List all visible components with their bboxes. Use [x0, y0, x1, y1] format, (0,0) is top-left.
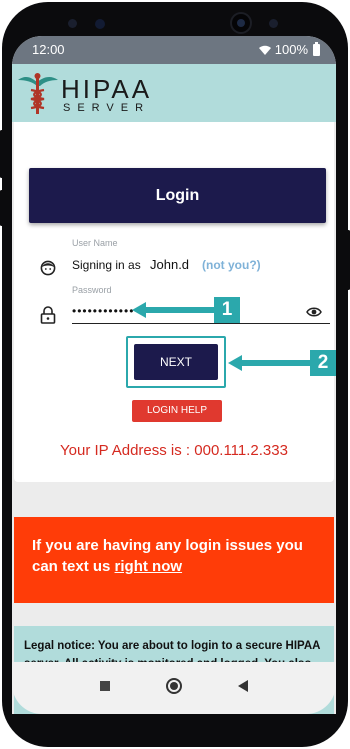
- status-bar: 12:00 100%: [12, 36, 336, 64]
- callout-badge-2: 2: [310, 350, 336, 376]
- android-nav-bar: [12, 662, 336, 714]
- login-help-button[interactable]: LOGIN HELP: [132, 400, 222, 422]
- recent-apps-icon[interactable]: [100, 681, 110, 691]
- next-button[interactable]: NEXT: [134, 344, 218, 380]
- sensor-dot: [68, 19, 77, 28]
- username-label: User Name: [72, 238, 118, 248]
- lock-icon: [40, 306, 56, 324]
- status-right: 100%: [258, 41, 320, 57]
- hipaa-server-logo[interactable]: HIPAA SERVER: [16, 70, 149, 116]
- page-body: Login User Name Signing in as John.d (no…: [12, 122, 336, 714]
- back-icon[interactable]: [238, 680, 248, 692]
- caduceus-icon: [18, 73, 58, 114]
- volume-down-button: [0, 190, 3, 226]
- callout-arrow-1: [132, 302, 216, 318]
- login-issues-banner: If you are having any login issues you c…: [14, 517, 334, 603]
- eye-icon[interactable]: [306, 306, 322, 318]
- callout-arrow-2: [228, 355, 316, 371]
- logo-subtext: SERVER: [63, 102, 151, 114]
- login-title: Login: [29, 168, 326, 223]
- wifi-icon: [258, 45, 271, 55]
- app-header: HIPAA SERVER: [12, 64, 336, 122]
- battery-icon: [313, 41, 320, 56]
- username-value: John.d: [150, 257, 190, 272]
- home-icon[interactable]: [166, 678, 182, 694]
- face-icon: [40, 260, 56, 276]
- text-us-link[interactable]: right now: [115, 558, 183, 575]
- signing-in-label: Signing in as: [72, 258, 141, 272]
- phone-frame: 12:00 100% HIPAA SERVER Login User Name …: [0, 0, 350, 749]
- ip-address-text: Your IP Address is : 000.111.2.333: [60, 442, 288, 459]
- password-label: Password: [72, 285, 112, 295]
- battery-percent: 100%: [274, 42, 308, 57]
- callout-badge-1: 1: [214, 297, 240, 323]
- sensor-dot: [95, 19, 105, 29]
- login-card: Login User Name Signing in as John.d (no…: [14, 122, 336, 482]
- logo-text: HIPAA: [61, 74, 153, 104]
- phone-screen: 12:00 100% HIPAA SERVER Login User Name …: [12, 36, 336, 714]
- not-you-link[interactable]: (not you?): [202, 258, 261, 272]
- front-camera: [232, 14, 250, 32]
- status-time: 12:00: [32, 42, 65, 57]
- sensor-dot: [269, 19, 278, 28]
- volume-up-button: [0, 130, 3, 178]
